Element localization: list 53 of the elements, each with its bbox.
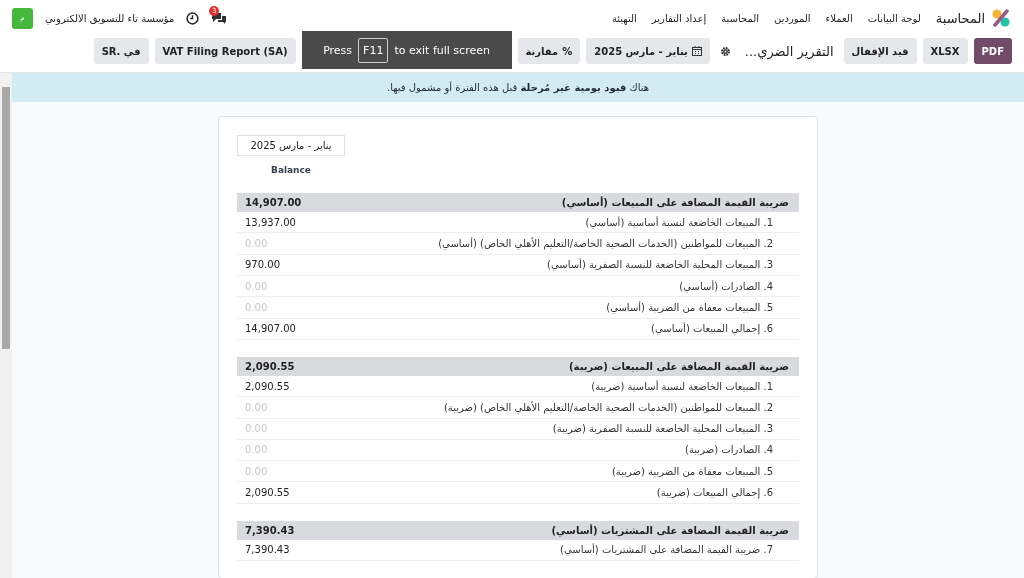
menu-item[interactable]: الموردين: [774, 12, 811, 24]
menu-item[interactable]: العملاء: [825, 12, 853, 24]
line-label[interactable]: 5. المبيعات معفاة من الضريبة (أساسي): [606, 301, 789, 313]
date-filter-button[interactable]: يناير - مارس 2025: [586, 38, 710, 64]
toolbar-button[interactable]: XLSX: [922, 38, 968, 64]
filter-button[interactable]: في .SR: [93, 38, 149, 64]
scrollbar-thumb[interactable]: [2, 87, 10, 349]
line-label[interactable]: 1. المبيعات الخاضعة لنسبة أساسية (أساسي): [585, 216, 789, 228]
company-name[interactable]: مؤسسة تاء للتسويق الالكتروني: [45, 12, 175, 24]
line-amount[interactable]: 13,937.00: [245, 216, 296, 228]
section-title: ضريبة القيمة المضافة على المشتريات (أساسي): [551, 524, 789, 536]
comparison-button[interactable]: % مقارنة: [517, 38, 581, 64]
section-title: ضريبة القيمة المضافة على المبيعات (ضريبة): [569, 360, 789, 372]
line-label[interactable]: 7. ضريبة القيمة المضافة على المشتريات (أساسي): [560, 544, 789, 556]
line-amount[interactable]: 2,090.55: [245, 487, 290, 499]
line-label[interactable]: 5. المبيعات معفاة من الضريبة (ضريبة): [611, 465, 789, 477]
menu-item[interactable]: إعداد التقارير: [651, 12, 707, 24]
menu-item[interactable]: التهيئة: [611, 12, 637, 24]
line-label[interactable]: 2. المبيعات للمواطنين (الخدمات الصحية الخاصة/التعليم الأهلي الخاص) (ضريبة): [443, 401, 789, 413]
column-header: Balance: [271, 165, 311, 176]
filter-button[interactable]: VAT Filing Report (SA): [154, 38, 296, 64]
line-label[interactable]: 6. إجمالي المبيعات (أساسي): [651, 323, 789, 335]
scrollbar[interactable]: [0, 73, 12, 578]
settings-icon[interactable]: [719, 45, 731, 57]
menu-item[interactable]: المحاسبة: [721, 12, 760, 24]
line-label[interactable]: 6. إجمالي المبيعات (ضريبة): [656, 487, 789, 499]
toolbar-button[interactable]: PDF: [973, 38, 1012, 64]
period-header: يناير - مارس 2025: [237, 135, 345, 157]
app-logo-icon[interactable]: [992, 9, 1010, 27]
clock-icon[interactable]: [186, 11, 200, 25]
alert-message: هناك قيود يومية غير مُرحلة قبل هذه الفترة أو مشمول فيها.: [386, 82, 650, 94]
line-label[interactable]: 1. المبيعات الخاضعة لنسبة أساسية (ضريبة): [591, 380, 789, 392]
menu-item[interactable]: لوحة البيانات: [867, 12, 921, 24]
section-total: 2,090.55: [245, 360, 295, 372]
toolbar-button[interactable]: قيد الإقفال: [843, 38, 917, 64]
line-amount[interactable]: 14,907.00: [245, 323, 296, 335]
line-amount[interactable]: 970.00: [245, 259, 280, 271]
hint-text: Press: [323, 43, 353, 57]
hint-text: to exit full screen: [394, 43, 490, 57]
section-title: ضريبة القيمة المضافة على المبيعات (أساسي): [561, 197, 789, 209]
line-label[interactable]: 4. الصادرات (أساسي): [679, 280, 789, 292]
calendar-icon: [691, 46, 702, 56]
report-title: التقرير الضري...: [744, 43, 834, 59]
line-amount[interactable]: 2,090.55: [245, 380, 290, 392]
line-label[interactable]: 3. المبيعات المحلية الخاضعة للنسبة الصفرية (ضريبة): [552, 423, 789, 435]
key-cap: F11: [358, 37, 389, 63]
app-name[interactable]: المحاسبة: [935, 10, 985, 26]
line-amount[interactable]: 7,390.43: [245, 544, 290, 556]
section-total: 7,390.43: [245, 524, 295, 536]
line-label[interactable]: 4. الصادرات (ضريبة): [685, 444, 789, 456]
section-total: 14,907.00: [245, 197, 302, 209]
line-label[interactable]: 3. المبيعات المحلية الخاضعة للنسبة الصفرية (أساسي): [547, 259, 789, 271]
line-label[interactable]: 2. المبيعات للمواطنين (الخدمات الصحية الخاصة/التعليم الأهلي الخاص) (أساسي): [438, 238, 789, 250]
